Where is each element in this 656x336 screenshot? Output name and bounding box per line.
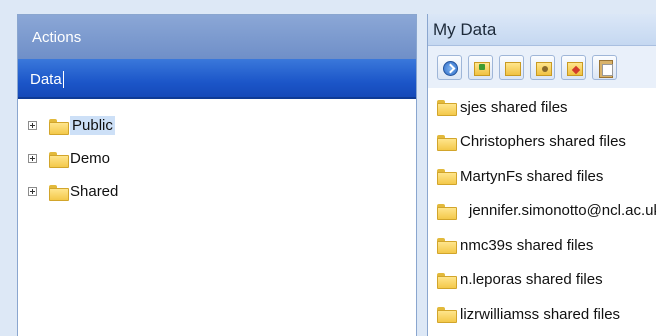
folder-icon xyxy=(437,272,457,289)
list-item-label: n.leporas shared files xyxy=(460,271,603,289)
share-folder-icon[interactable] xyxy=(530,54,555,80)
actions-panel: Actions Data Public Demo Shared xyxy=(17,14,417,336)
folder-tree: Public Demo Shared xyxy=(18,99,416,208)
my-data-title: My Data xyxy=(433,19,497,39)
tree-node-shared[interactable]: Shared xyxy=(18,175,416,208)
list-item-label: nmc39s shared files xyxy=(460,236,594,254)
my-data-header: My Data xyxy=(428,14,656,46)
tree-node-demo[interactable]: Demo xyxy=(18,142,416,175)
list-item[interactable]: Christophers shared files xyxy=(428,125,656,160)
folder-icon xyxy=(437,169,457,186)
folder-icon xyxy=(437,307,457,324)
folder-icon xyxy=(437,238,457,255)
new-folder-icon[interactable] xyxy=(499,54,524,80)
expand-icon[interactable] xyxy=(28,187,37,196)
tree-node-label[interactable]: Public xyxy=(70,116,115,135)
list-item[interactable]: jennifer.simonotto@ncl.ac.uk xyxy=(428,194,656,229)
folder-icon xyxy=(49,118,69,135)
text-caret xyxy=(62,70,64,88)
data-tab[interactable]: Data xyxy=(18,59,416,99)
list-item[interactable]: lizrwilliamss shared files xyxy=(428,297,656,332)
folder-icon xyxy=(437,134,457,151)
folder-icon xyxy=(437,203,457,220)
list-item[interactable]: sjes shared files xyxy=(428,90,656,125)
folder-icon xyxy=(437,100,457,117)
my-data-panel: My Data sjes shared files Christophers s… xyxy=(427,14,656,336)
data-toolbar xyxy=(428,46,656,88)
actions-title: Actions xyxy=(32,28,82,46)
upload-folder-icon[interactable] xyxy=(468,54,493,80)
expand-icon[interactable] xyxy=(28,154,37,163)
list-item-label: Christophers shared files xyxy=(460,133,626,151)
actions-header[interactable]: Actions xyxy=(18,15,416,59)
folder-icon xyxy=(49,184,69,201)
tree-node-label[interactable]: Demo xyxy=(70,150,110,167)
list-item[interactable]: nmc39s shared files xyxy=(428,228,656,263)
shared-folder-list: sjes shared files Christophers shared fi… xyxy=(428,88,656,332)
list-item[interactable]: MartynFs shared files xyxy=(428,159,656,194)
tree-node-public[interactable]: Public xyxy=(18,109,416,142)
data-tab-label: Data xyxy=(30,70,62,88)
tree-node-label[interactable]: Shared xyxy=(70,183,118,200)
expand-icon[interactable] xyxy=(28,121,37,130)
list-item-label: MartynFs shared files xyxy=(460,167,604,185)
list-item-label: sjes shared files xyxy=(460,98,568,116)
delete-folder-icon[interactable] xyxy=(561,54,586,80)
list-item-label: lizrwilliamss shared files xyxy=(460,305,621,323)
list-item[interactable]: n.leporas shared files xyxy=(428,263,656,298)
refresh-icon[interactable] xyxy=(437,54,462,80)
folder-icon xyxy=(49,151,69,168)
paste-icon[interactable] xyxy=(592,54,617,80)
list-item-label: jennifer.simonotto@ncl.ac.uk xyxy=(469,202,656,220)
tab-underline xyxy=(18,97,416,99)
